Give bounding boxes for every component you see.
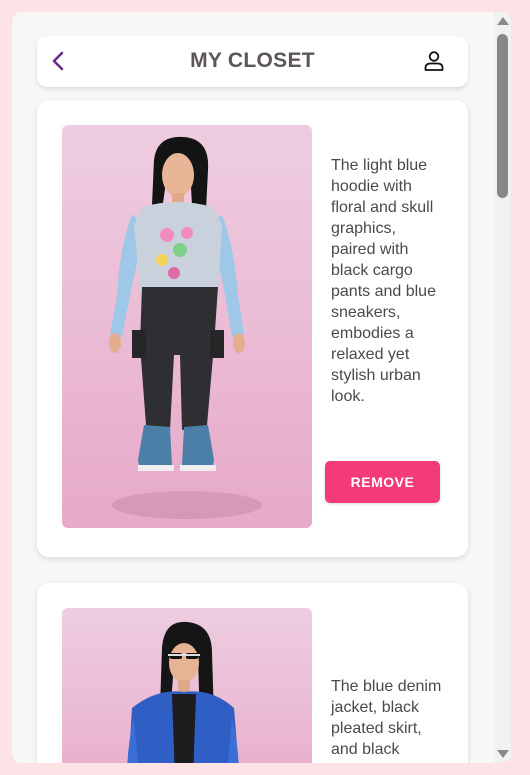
app-header: MY CLOSET — [37, 36, 468, 87]
profile-button[interactable] — [422, 49, 446, 73]
scroll-down-arrow-icon[interactable] — [497, 750, 509, 758]
closet-window: MY CLOSET The light blue hoodie with flo… — [12, 12, 511, 763]
scroll-thumb[interactable] — [497, 34, 508, 198]
outfit-card: The light blue hoodie with floral and sk… — [37, 100, 468, 557]
page-title: MY CLOSET — [190, 49, 315, 72]
outfit-image — [62, 608, 312, 763]
outfit-description: The blue denim jacket, black pleated ski… — [331, 678, 442, 763]
avatar-figure — [109, 136, 262, 519]
scrollbar[interactable] — [494, 12, 511, 763]
outfit-image — [62, 125, 312, 528]
outfit-description: The light blue hoodie with floral and sk… — [331, 157, 436, 405]
scroll-up-arrow-icon[interactable] — [497, 17, 509, 25]
user-icon — [424, 51, 444, 71]
outfit-card: The blue denim jacket, black pleated ski… — [37, 583, 468, 763]
avatar-figure — [127, 621, 239, 763]
remove-button[interactable]: REMOVE — [325, 461, 440, 503]
